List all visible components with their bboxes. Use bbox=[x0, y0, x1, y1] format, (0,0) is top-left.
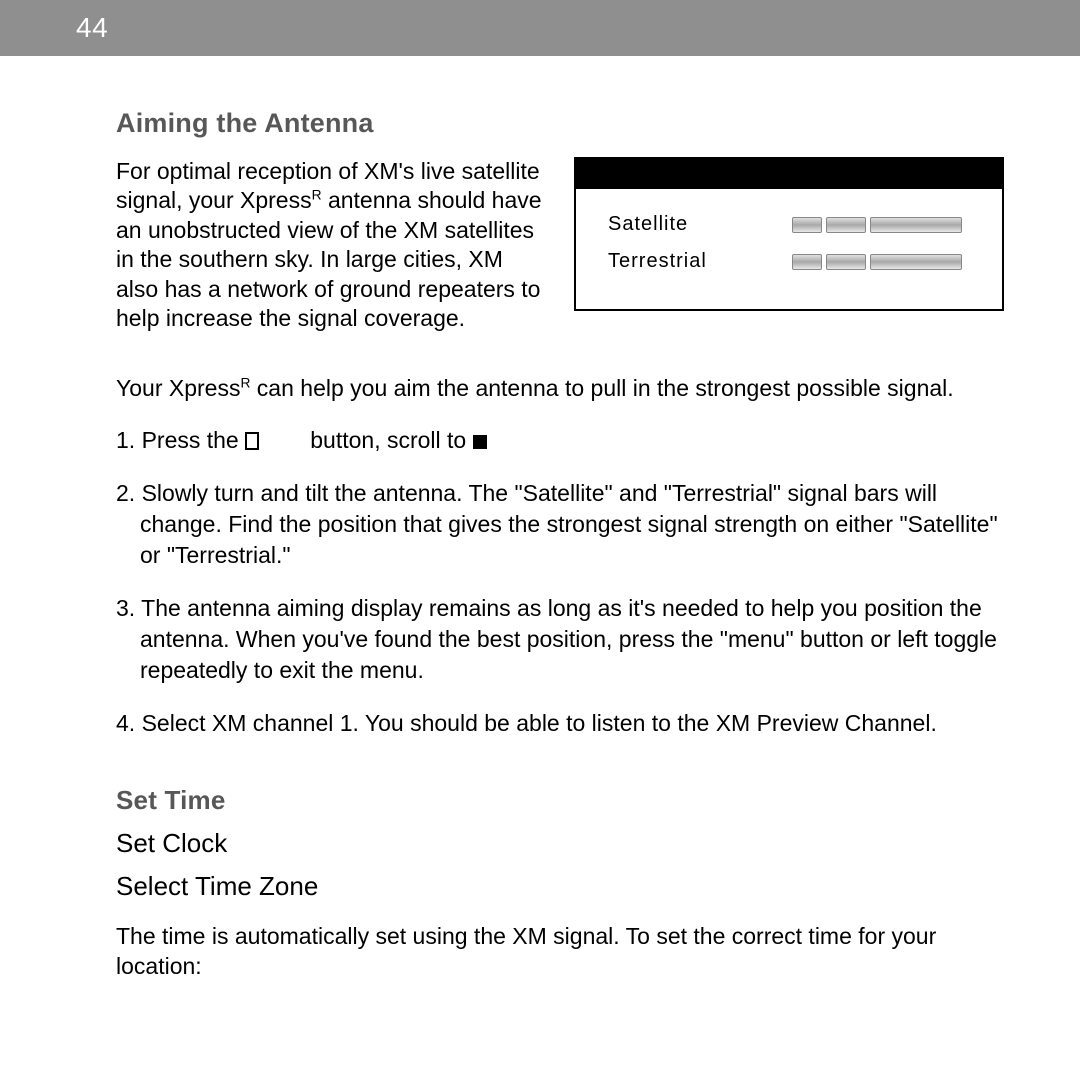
intro-paragraph: For optimal reception of XM's live satel… bbox=[116, 157, 544, 334]
figure-body: Satellite Terrestrial bbox=[576, 189, 1002, 309]
step-3: 3. The antenna aiming display remains as… bbox=[116, 593, 1004, 686]
set-time-body: The time is automatically set using the … bbox=[116, 922, 1004, 982]
signal-row-satellite: Satellite bbox=[608, 213, 980, 236]
step-1: 1. Press the button, scroll to bbox=[116, 425, 1004, 456]
signal-bar-satellite bbox=[792, 217, 962, 233]
signal-figure: Satellite Terrestrial bbox=[574, 157, 1004, 311]
subheading-select-time-zone: Select Time Zone bbox=[116, 871, 1004, 902]
page-number: 44 bbox=[76, 12, 108, 44]
page-header-bar: 44 bbox=[0, 0, 1080, 56]
page: 44 Aiming the Antenna For optimal recept… bbox=[0, 0, 1080, 1080]
subheading-set-clock: Set Clock bbox=[116, 828, 1004, 859]
intro-row: For optimal reception of XM's live satel… bbox=[116, 157, 1004, 334]
section-title-set-time: Set Time bbox=[116, 785, 1004, 816]
signal-bar-terrestrial bbox=[792, 254, 962, 270]
step-2: 2. Slowly turn and tilt the antenna. The… bbox=[116, 478, 1004, 571]
signal-label-satellite: Satellite bbox=[608, 213, 778, 236]
target-glyph bbox=[473, 435, 487, 449]
section-title-aiming: Aiming the Antenna bbox=[116, 108, 1004, 139]
step-4: 4. Select XM channel 1. You should be ab… bbox=[116, 708, 1004, 739]
signal-label-terrestrial: Terrestrial bbox=[608, 250, 778, 273]
figure-header-bar bbox=[576, 159, 1002, 189]
page-content: Aiming the Antenna For optimal reception… bbox=[0, 56, 1080, 982]
signal-row-terrestrial: Terrestrial bbox=[608, 250, 980, 273]
steps-block: Your XpressR can help you aim the antenn… bbox=[116, 374, 1004, 740]
menu-button-glyph bbox=[245, 432, 259, 450]
lead-paragraph: Your XpressR can help you aim the antenn… bbox=[116, 374, 1004, 403]
